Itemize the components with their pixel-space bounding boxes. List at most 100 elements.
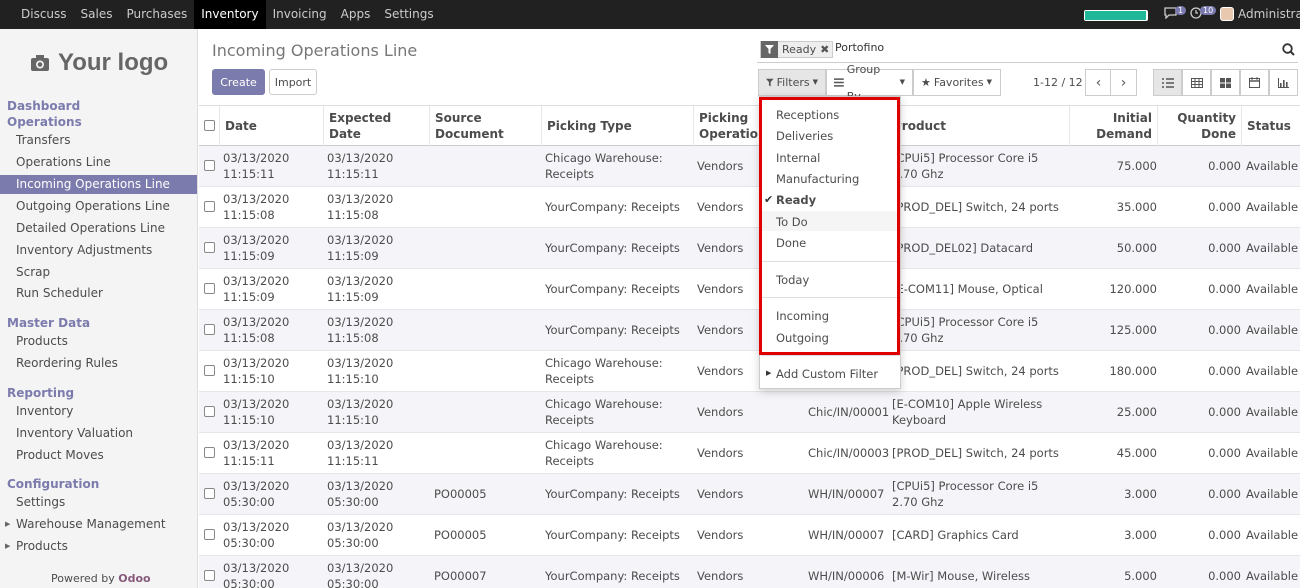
app-menu-item[interactable]: Invoicing: [266, 0, 334, 29]
cell-picking-type: YourCompany: Receipts: [545, 241, 680, 255]
highlight-box: [759, 97, 900, 355]
column-header-date[interactable]: Date: [219, 106, 323, 146]
pager-next-button[interactable]: ›: [1110, 69, 1137, 96]
sidebar-item-product-moves[interactable]: Product Moves: [0, 446, 197, 465]
sidebar-item-warehouse-management[interactable]: ▶ Warehouse Management: [0, 515, 197, 534]
cell-product: [PROD_DEL] Switch, 24 ports: [892, 364, 1059, 378]
cell-initial-demand: 180.000: [1109, 364, 1157, 378]
sidebar-section-configuration[interactable]: Configuration: [7, 477, 99, 491]
sidebar-item-inventory-valuation[interactable]: Inventory Valuation: [0, 424, 197, 443]
table-row[interactable]: 03/13/2020 11:15:10 03/13/2020 11:15:10 Ch…: [199, 392, 1300, 433]
facet-remove-icon[interactable]: ✖: [820, 43, 832, 56]
app-menu-item[interactable]: Purchases: [120, 0, 195, 29]
row-checkbox[interactable]: [204, 529, 215, 540]
messages-button[interactable]: 1: [1164, 5, 1187, 19]
sidebar-item-inventory[interactable]: Inventory: [0, 402, 197, 421]
search-icon[interactable]: [1282, 43, 1295, 56]
calendar-view-button[interactable]: [1240, 69, 1269, 96]
sidebar-item-outgoing-operations-line[interactable]: Outgoing Operations Line: [0, 197, 197, 216]
row-checkbox[interactable]: [204, 447, 215, 458]
cell-status: Available: [1246, 446, 1299, 460]
create-button[interactable]: Create: [212, 69, 265, 95]
column-header-expected-date[interactable]: Expected Date: [323, 106, 429, 146]
table-row[interactable]: 03/13/2020 11:15:10 03/13/2020 11:15:10 Ch…: [199, 351, 1300, 392]
table-row[interactable]: 03/13/2020 11:15:08 03/13/2020 11:15:08 Yo…: [199, 310, 1300, 351]
table-header: Date Expected Date Source Document Picking …: [199, 105, 1300, 146]
sidebar-item-transfers[interactable]: Transfers: [0, 131, 197, 150]
app-menu-item[interactable]: Inventory: [194, 0, 266, 29]
sidebar-item-run-scheduler[interactable]: Run Scheduler: [0, 284, 197, 303]
cell-source-document: [434, 187, 542, 227]
select-all-checkbox[interactable]: [204, 120, 215, 131]
pivot-view-button[interactable]: [1182, 69, 1211, 96]
sidebar-section-operations[interactable]: Operations: [7, 115, 82, 129]
import-button[interactable]: Import: [269, 69, 317, 95]
table-row[interactable]: 03/13/2020 11:15:11 03/13/2020 11:15:11 Ch…: [199, 433, 1300, 474]
table-row[interactable]: 03/13/2020 05:30:00 03/13/2020 05:30:00 PO…: [199, 474, 1300, 515]
cell-status: Available: [1246, 282, 1299, 296]
sidebar-item-detailed-operations-line[interactable]: Detailed Operations Line: [0, 219, 197, 238]
column-header-initial-demand[interactable]: Initial Demand: [1069, 106, 1157, 146]
row-checkbox[interactable]: [204, 160, 215, 171]
user-menu[interactable]: Administrator: [1220, 7, 1300, 21]
sidebar-item-scrap[interactable]: Scrap: [0, 263, 197, 282]
table-row[interactable]: 03/13/2020 05:30:00 03/13/2020 05:30:00 PO…: [199, 556, 1300, 588]
menu-divider: [761, 355, 899, 356]
sidebar-item-products[interactable]: Products: [0, 332, 197, 351]
sidebar-item-operations-line[interactable]: Operations Line: [0, 153, 197, 172]
add-custom-filter[interactable]: Add Custom Filter: [776, 367, 878, 381]
cell-initial-demand: 35.000: [1116, 200, 1157, 214]
row-checkbox[interactable]: [204, 242, 215, 253]
kanban-view-button[interactable]: [1211, 69, 1240, 96]
column-header-quantity-done[interactable]: Quantity Done: [1157, 106, 1241, 146]
column-header-picking-type[interactable]: Picking Type: [541, 106, 693, 146]
cell-picking-type: YourCompany: Receipts: [545, 487, 680, 501]
list-view-button[interactable]: [1153, 69, 1182, 96]
column-header-source-document[interactable]: Source Document: [429, 106, 541, 146]
favorites-button[interactable]: ★ Favorites ▼: [913, 69, 1001, 96]
column-header-product[interactable]: Product: [887, 106, 1069, 146]
column-header-status[interactable]: Status: [1241, 106, 1300, 146]
search-input[interactable]: Portofino: [835, 41, 884, 54]
activities-button[interactable]: 10: [1190, 5, 1217, 19]
onboarding-progress[interactable]: [1084, 10, 1148, 21]
row-checkbox[interactable]: [204, 570, 215, 581]
table-row[interactable]: 03/13/2020 11:15:11 03/13/2020 11:15:11 Ch…: [199, 146, 1300, 187]
cell-date: 03/13/2020 11:15:09: [223, 274, 290, 304]
app-menu-item[interactable]: Apps: [334, 0, 378, 29]
list-view-icon: [1161, 77, 1174, 88]
graph-view-button[interactable]: [1269, 69, 1298, 96]
row-checkbox[interactable]: [204, 283, 215, 294]
sidebar-section-master-data[interactable]: Master Data: [7, 316, 90, 330]
row-checkbox[interactable]: [204, 406, 215, 417]
cell-source-document: [434, 392, 542, 432]
sidebar-item-reordering-rules[interactable]: Reordering Rules: [0, 354, 197, 373]
sidebar-section-reporting[interactable]: Reporting: [7, 386, 74, 400]
search-bar[interactable]: Ready ✖ Portofino: [757, 38, 1298, 63]
filters-button[interactable]: Filters ▼: [758, 69, 826, 96]
cell-status: Available: [1246, 528, 1299, 542]
row-checkbox[interactable]: [204, 365, 215, 376]
table-row[interactable]: 03/13/2020 11:15:09 03/13/2020 11:15:09 Yo…: [199, 269, 1300, 310]
pager-previous-button[interactable]: ‹: [1085, 69, 1112, 96]
group-by-button[interactable]: Group By ▼: [826, 63, 913, 103]
odoo-link[interactable]: Odoo: [118, 572, 150, 585]
row-checkbox[interactable]: [204, 324, 215, 335]
pager-value[interactable]: 1-12 / 12: [1033, 76, 1083, 89]
table-row[interactable]: 03/13/2020 05:30:00 03/13/2020 05:30:00 PO…: [199, 515, 1300, 556]
table-row[interactable]: 03/13/2020 11:15:09 03/13/2020 11:15:09 Yo…: [199, 228, 1300, 269]
cell-quantity-done: 0.000: [1208, 323, 1241, 337]
app-menu-item[interactable]: Sales: [74, 0, 120, 29]
row-checkbox[interactable]: [204, 201, 215, 212]
sidebar-item-label: Detailed Operations Line: [16, 221, 165, 235]
sidebar-item-products[interactable]: ▶ Products: [0, 537, 197, 556]
sidebar-item-inventory-adjustments[interactable]: Inventory Adjustments: [0, 241, 197, 260]
cell-expected-date: 03/13/2020 11:15:08: [327, 315, 394, 345]
table-row[interactable]: 03/13/2020 11:15:08 03/13/2020 11:15:08 Yo…: [199, 187, 1300, 228]
app-menu-item[interactable]: Settings: [377, 0, 440, 29]
row-checkbox[interactable]: [204, 488, 215, 499]
sidebar-item-incoming-operations-line[interactable]: Incoming Operations Line: [0, 175, 197, 194]
sidebar-section-dashboard[interactable]: Dashboard: [7, 99, 80, 113]
sidebar-item-settings[interactable]: Settings: [0, 493, 197, 512]
app-menu-item[interactable]: Discuss: [14, 0, 74, 29]
